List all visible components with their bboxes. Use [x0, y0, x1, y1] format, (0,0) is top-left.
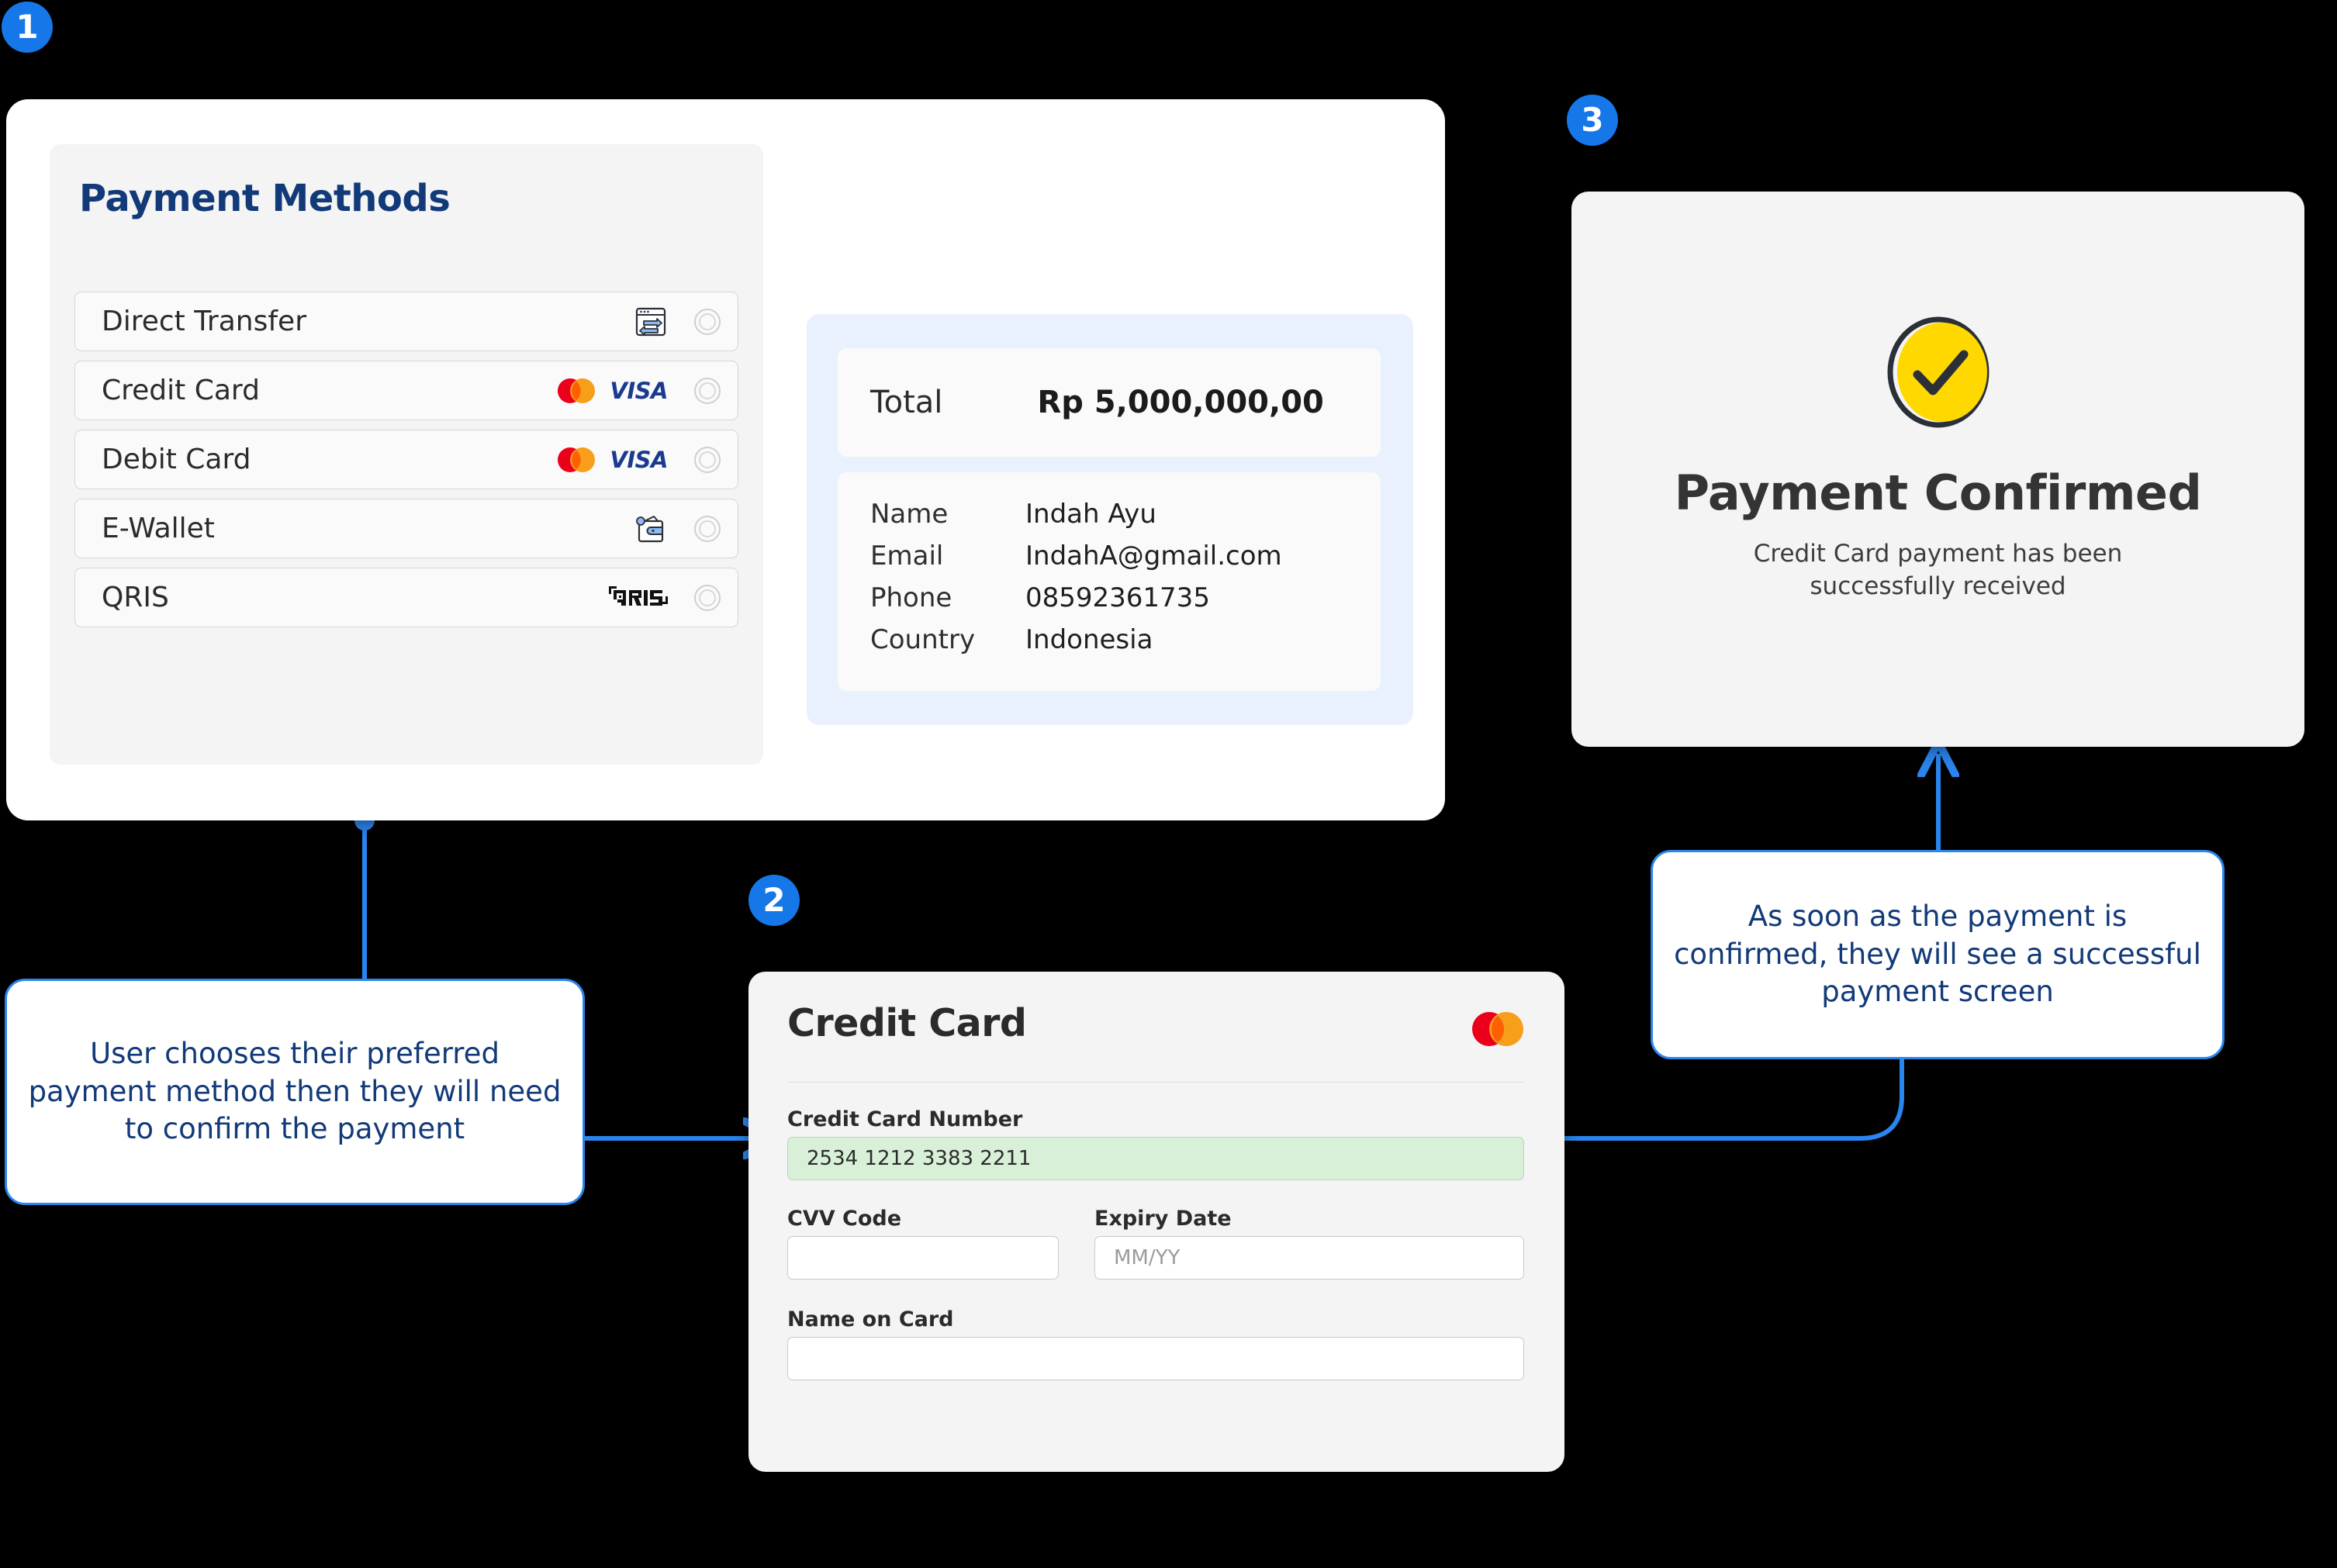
transfer-icon — [635, 307, 666, 336]
payment-method-radio[interactable] — [694, 377, 721, 404]
visa-logo: VISA — [610, 446, 668, 473]
payment-method-label: Credit Card — [102, 375, 260, 406]
payment-method-radio[interactable] — [694, 446, 721, 473]
qris-logo — [609, 585, 668, 606]
detail-key: Name — [870, 499, 949, 530]
confirmation-subtitle: Credit Card payment has been successfull… — [1753, 540, 2123, 600]
name-on-card-input[interactable] — [787, 1337, 1524, 1380]
payment-methods-card: Payment Methods Direct Transfer Credit C… — [50, 144, 763, 765]
mastercard-logo — [1472, 1012, 1523, 1046]
total-label: Total — [870, 385, 943, 420]
annotation-callout-step1: User chooses their preferred payment met… — [5, 979, 585, 1205]
payment-method-label: Debit Card — [102, 444, 251, 475]
payment-method-radio[interactable] — [694, 515, 721, 542]
connector-step2-to-callout — [1535, 1059, 1904, 1141]
detail-value: 08592361735 — [1025, 582, 1210, 613]
annotation-text: User chooses their preferred payment met… — [28, 1036, 562, 1146]
payment-method-e-wallet[interactable]: E-Wallet — [74, 499, 738, 558]
confirmation-title: Payment Confirmed — [1674, 465, 2202, 521]
success-check-icon — [1887, 316, 1989, 428]
annotation-callout-step3: As soon as the payment is confirmed, the… — [1651, 850, 2225, 1059]
detail-row: Country Indonesia — [838, 624, 1381, 666]
payment-method-label: Direct Transfer — [102, 306, 306, 337]
diagram-canvas: 1 2 3 Payment Methods Direct Transfer Cr… — [0, 0, 2337, 1568]
divider — [787, 1082, 1524, 1083]
credit-card-form-screen: Credit Card Credit Card Number 2534 1212… — [748, 972, 1564, 1472]
detail-key: Phone — [870, 582, 952, 613]
detail-value: Indonesia — [1025, 624, 1153, 655]
payment-method-label: E-Wallet — [102, 513, 215, 544]
payment-method-debit-card[interactable]: Debit Card VISA — [74, 430, 738, 489]
mastercard-logo — [558, 378, 596, 403]
visa-logo: VISA — [610, 377, 668, 404]
detail-key: Email — [870, 541, 944, 572]
card-number-label: Credit Card Number — [787, 1107, 1023, 1131]
payment-methods-screen: Payment Methods Direct Transfer Credit C… — [6, 99, 1445, 820]
payment-method-radio[interactable] — [694, 308, 721, 335]
step-badge-1: 1 — [2, 2, 53, 53]
expiry-label: Expiry Date — [1094, 1207, 1232, 1231]
total-row: Total Rp 5,000,000,00 — [838, 348, 1381, 457]
payment-method-label: QRIS — [102, 582, 169, 613]
mastercard-logo — [558, 447, 596, 472]
detail-row: Email IndahA@gmail.com — [838, 541, 1381, 582]
detail-row: Phone 08592361735 — [838, 582, 1381, 624]
payment-method-direct-transfer[interactable]: Direct Transfer — [74, 292, 738, 351]
payment-method-radio[interactable] — [694, 584, 721, 611]
wallet-icon — [636, 515, 664, 542]
name-on-card-label: Name on Card — [787, 1307, 954, 1331]
detail-key: Country — [870, 624, 976, 655]
cvv-input[interactable] — [787, 1236, 1059, 1280]
expiry-placeholder: MM/YY — [1114, 1246, 1181, 1269]
card-number-input[interactable]: 2534 1212 3383 2211 — [787, 1137, 1524, 1180]
payment-confirmed-screen: Payment Confirmed Credit Card payment ha… — [1571, 192, 2304, 747]
detail-row: Name Indah Ayu — [838, 499, 1381, 541]
payment-method-credit-card[interactable]: Credit Card VISA — [74, 361, 738, 420]
annotation-text: As soon as the payment is confirmed, the… — [1674, 899, 2201, 1009]
step-badge-3: 3 — [1567, 95, 1618, 146]
payment-methods-list: Direct Transfer Credit Card VISA Debit C… — [74, 292, 738, 637]
cvv-label: CVV Code — [787, 1207, 902, 1231]
customer-details-panel: Name Indah Ayu Email IndahA@gmail.com Ph… — [838, 472, 1381, 691]
order-summary-panel: Total Rp 5,000,000,00 Name Indah Ayu Ema… — [807, 314, 1413, 725]
expiry-input[interactable]: MM/YY — [1094, 1236, 1524, 1280]
total-value: Rp 5,000,000,00 — [1037, 385, 1324, 420]
detail-value: IndahA@gmail.com — [1025, 541, 1282, 572]
page-title: Payment Methods — [79, 177, 451, 220]
credit-card-form-title: Credit Card — [787, 1001, 1027, 1045]
step-badge-2: 2 — [748, 875, 800, 926]
payment-method-logos — [609, 585, 668, 610]
payment-method-logos — [634, 513, 668, 544]
payment-method-qris[interactable]: QRIS — [74, 568, 738, 627]
detail-value: Indah Ayu — [1025, 499, 1156, 530]
payment-method-logos: VISA — [555, 378, 668, 404]
payment-method-logos — [634, 305, 668, 339]
payment-method-logos: VISA — [555, 447, 668, 473]
